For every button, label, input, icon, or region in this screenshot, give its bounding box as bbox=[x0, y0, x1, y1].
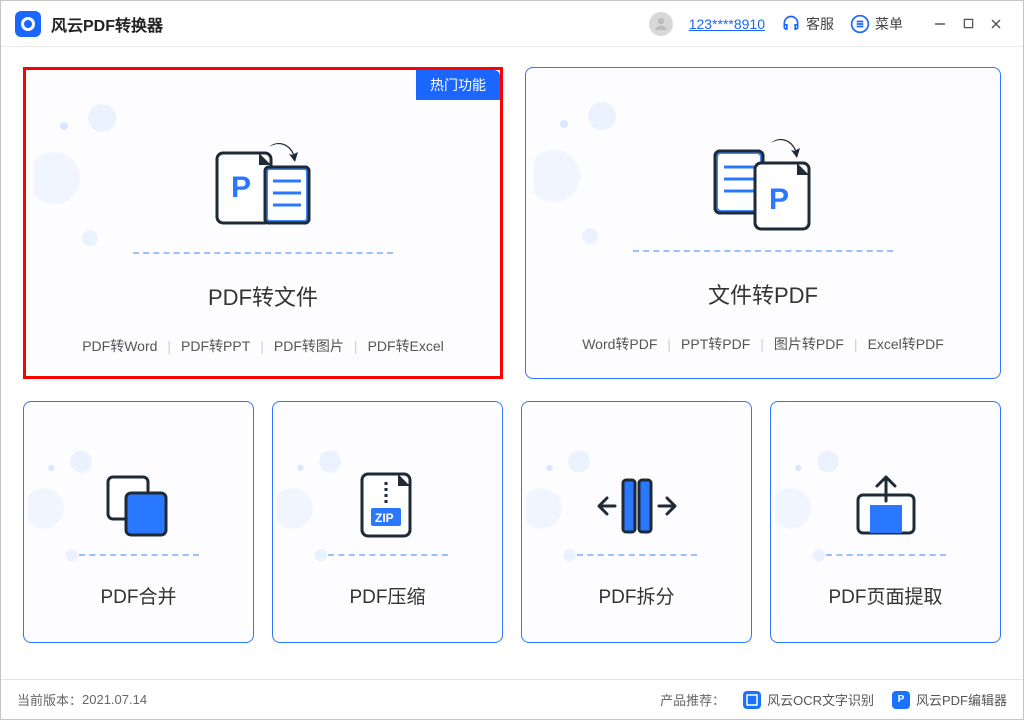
menu-label: 菜单 bbox=[875, 14, 903, 34]
editor-logo-icon: P bbox=[892, 691, 910, 709]
close-button[interactable] bbox=[983, 11, 1009, 37]
card-pdf-to-file[interactable]: 热门功能 P bbox=[23, 67, 503, 379]
card-title: PDF压缩 bbox=[349, 582, 425, 609]
app-title: 风云PDF转换器 bbox=[51, 12, 163, 36]
sub-item[interactable]: Word转PDF bbox=[582, 334, 657, 354]
svg-text:P: P bbox=[231, 171, 251, 204]
card-title: PDF合并 bbox=[100, 582, 176, 609]
sub-item[interactable]: 图片转PDF bbox=[774, 334, 844, 354]
decorative-bubbles-icon bbox=[28, 446, 114, 571]
sub-item[interactable]: PDF转Excel bbox=[368, 336, 444, 356]
sub-item[interactable]: PDF转图片 bbox=[274, 336, 344, 356]
decorative-bubbles-icon bbox=[34, 98, 144, 258]
card-pdf-split[interactable]: PDF拆分 bbox=[521, 401, 752, 643]
ocr-logo-icon bbox=[743, 691, 761, 709]
decorative-bubbles-icon bbox=[277, 446, 363, 571]
file-to-pdf-icon: P bbox=[709, 126, 817, 246]
recommend-label: 产品推荐： bbox=[660, 690, 725, 709]
decorative-bubbles-icon bbox=[775, 446, 861, 571]
sub-item[interactable]: Excel转PDF bbox=[868, 334, 944, 354]
hot-badge: 热门功能 bbox=[416, 70, 500, 100]
version-value: 2021.07.14 bbox=[82, 692, 147, 707]
footer: 当前版本： 2021.07.14 产品推荐： 风云OCR文字识别 P 风云PDF… bbox=[1, 679, 1023, 719]
headset-icon bbox=[781, 14, 801, 34]
card-pdf-merge[interactable]: PDF合并 bbox=[23, 401, 254, 643]
card-title: PDF页面提取 bbox=[828, 582, 942, 609]
card-title: PDF转文件 bbox=[208, 280, 318, 312]
sub-options: Word转PDF| PPT转PDF| 图片转PDF| Excel转PDF bbox=[582, 334, 944, 354]
svg-text:P: P bbox=[769, 183, 789, 216]
recommend-editor-label: 风云PDF编辑器 bbox=[916, 690, 1007, 709]
recommend-ocr[interactable]: 风云OCR文字识别 bbox=[743, 690, 874, 709]
titlebar: 风云PDF转换器 123****8910 客服 菜单 bbox=[1, 1, 1023, 47]
user-id-link[interactable]: 123****8910 bbox=[689, 16, 765, 32]
card-title: PDF拆分 bbox=[598, 582, 674, 609]
card-pdf-extract[interactable]: PDF页面提取 bbox=[770, 401, 1001, 643]
minimize-button[interactable] bbox=[927, 11, 953, 37]
sub-item[interactable]: PPT转PDF bbox=[681, 334, 750, 354]
sub-options: PDF转Word| PDF转PPT| PDF转图片| PDF转Excel bbox=[82, 336, 444, 356]
compress-icon: ZIP bbox=[356, 460, 420, 552]
menu-list-icon bbox=[850, 14, 870, 34]
divider bbox=[133, 252, 393, 254]
decorative-bubbles-icon bbox=[526, 446, 612, 571]
card-title: 文件转PDF bbox=[708, 278, 818, 310]
avatar-icon[interactable] bbox=[649, 12, 673, 36]
sub-item[interactable]: PDF转Word bbox=[82, 336, 157, 356]
maximize-button[interactable] bbox=[955, 11, 981, 37]
decorative-bubbles-icon bbox=[534, 96, 644, 256]
support-label: 客服 bbox=[806, 14, 834, 34]
recommend-ocr-label: 风云OCR文字识别 bbox=[767, 690, 874, 709]
menu-button[interactable]: 菜单 bbox=[850, 14, 903, 34]
support-button[interactable]: 客服 bbox=[781, 14, 834, 34]
sub-item[interactable]: PDF转PPT bbox=[181, 336, 250, 356]
card-file-to-pdf[interactable]: P 文件转PDF Word转PDF| PPT转PDF| 图片转PDF| Exce… bbox=[525, 67, 1001, 379]
app-logo-icon bbox=[15, 11, 41, 37]
recommend-editor[interactable]: P 风云PDF编辑器 bbox=[892, 690, 1007, 709]
version-label: 当前版本： bbox=[17, 690, 82, 709]
divider bbox=[633, 250, 893, 252]
pdf-to-file-icon: P bbox=[209, 128, 317, 248]
zip-label: ZIP bbox=[375, 511, 394, 525]
card-pdf-compress[interactable]: ZIP PDF压缩 bbox=[272, 401, 503, 643]
